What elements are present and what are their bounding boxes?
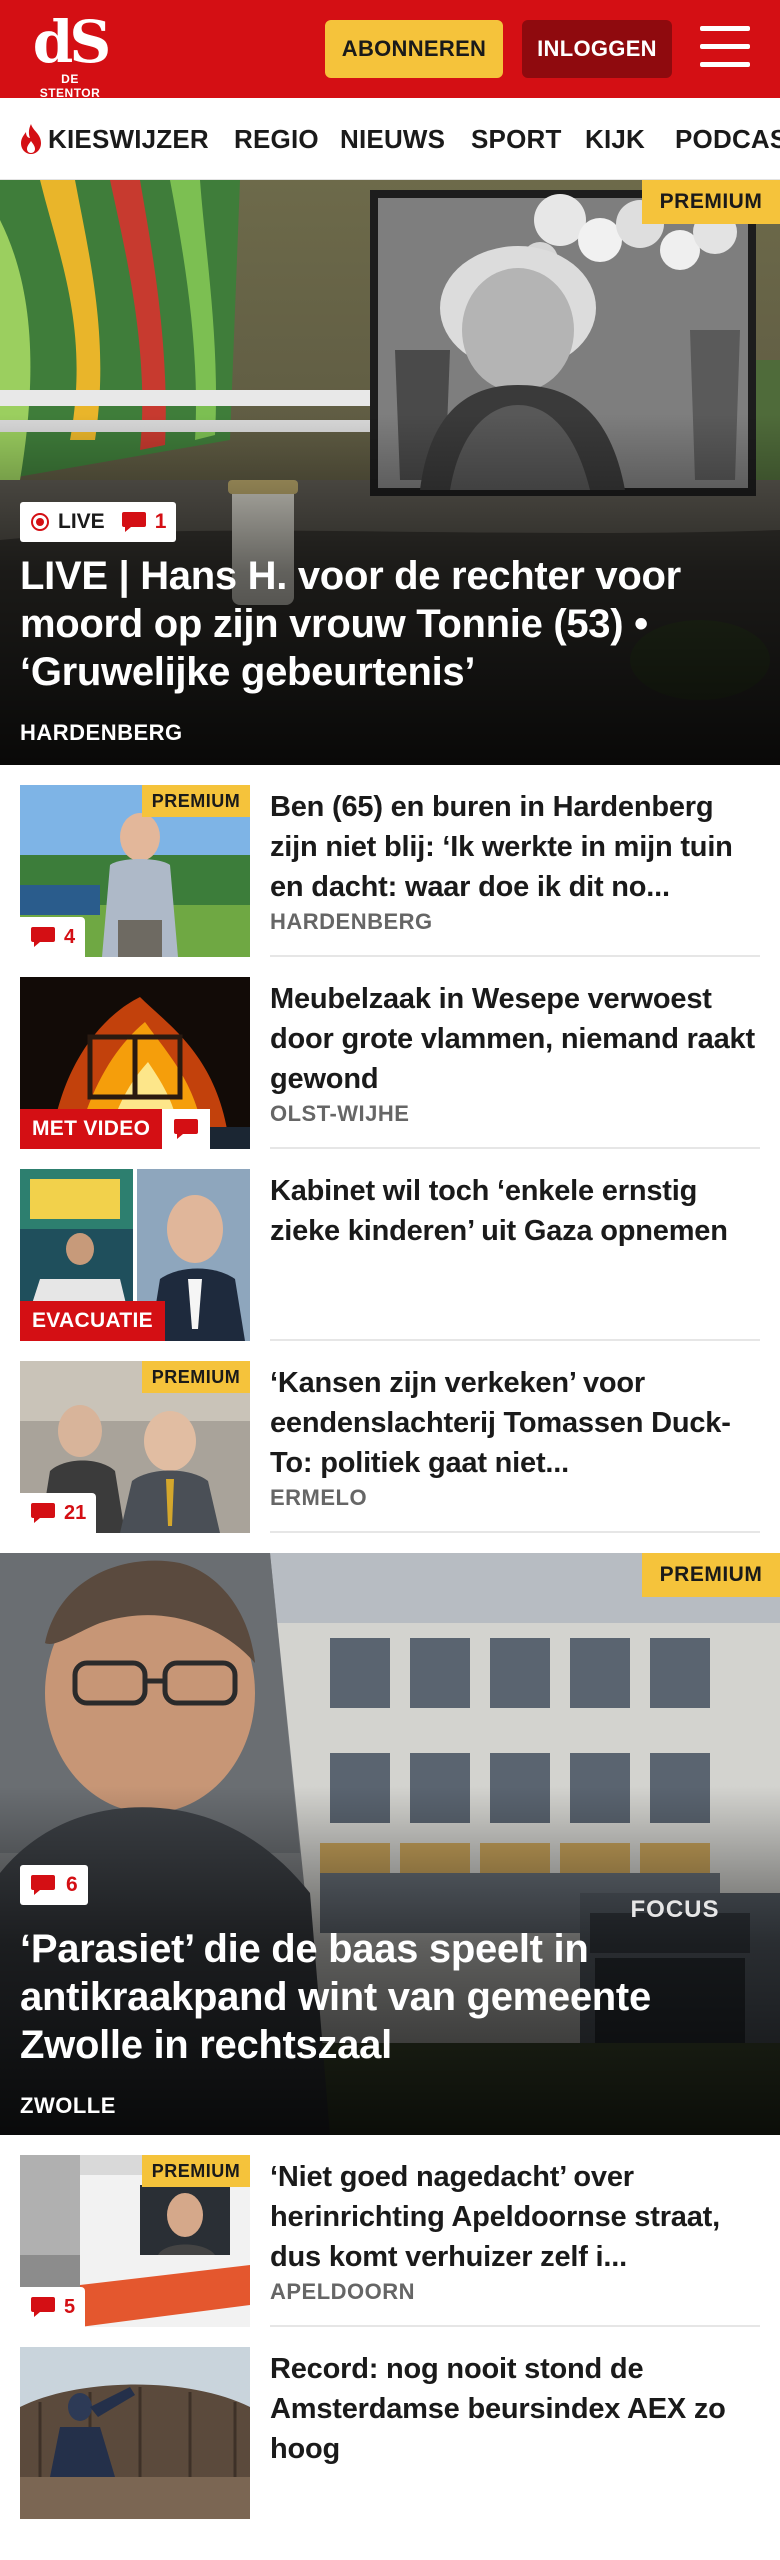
list-item[interactable]: EVACUATIE Kabinet wil toch ‘enkele ernst… (20, 1169, 760, 1341)
divider (270, 1147, 760, 1149)
evacuation-label: EVACUATIE (20, 1301, 165, 1341)
article-title[interactable]: Meubelzaak in Wesepe verwoest door grote… (270, 979, 760, 1099)
main-navigation: KIESWIJZER REGIO NIEUWS SPORT KIJK PODCA… (0, 98, 780, 180)
hamburger-icon[interactable] (700, 26, 752, 70)
comment-count: 1 (154, 510, 167, 533)
comment-count: 6 (66, 1873, 78, 1896)
divider (270, 955, 760, 957)
article-title[interactable]: Kabinet wil toch ‘enkele ernstig zieke k… (270, 1171, 760, 1251)
comment-icon (121, 512, 146, 532)
nav-item-podcasts[interactable]: PODCAS (675, 98, 780, 179)
hero-title[interactable]: LIVE | Hans H. voor de rechter voor moor… (20, 552, 720, 696)
article-thumbnail: PREMIUM 21 (20, 1361, 250, 1533)
divider (270, 2325, 760, 2327)
logo-mark: dS (32, 8, 111, 76)
nav-item-nieuws[interactable]: NIEUWS (340, 98, 445, 179)
list-item[interactable]: Record: nog nooit stond de Amsterdamse b… (20, 2347, 760, 2519)
comments-pill: 4 (20, 917, 86, 957)
premium-badge: PREMIUM (142, 785, 250, 817)
nav-item-sport[interactable]: SPORT (471, 98, 562, 179)
article-thumbnail: PREMIUM 5 (20, 2155, 250, 2327)
list-item[interactable]: PREMIUM 5 ‘Niet goed nagedacht’ over her… (20, 2155, 760, 2327)
article-title[interactable]: ‘Niet goed nagedacht’ over herinrichting… (270, 2157, 760, 2277)
article-location: HARDENBERG (270, 909, 433, 934)
nav-item-label: KIESWIJZER (48, 123, 209, 154)
site-header: dS DE STENTOR ABONNEREN INLOGGEN (0, 0, 780, 100)
article-thumbnail (20, 2347, 250, 2519)
divider (270, 1531, 760, 1533)
comments-pill: 5 (20, 2287, 86, 2327)
premium-badge: PREMIUM (642, 1553, 780, 1597)
nav-item-kijk[interactable]: KIJK (585, 98, 645, 179)
list-item[interactable]: PREMIUM 21 ‘Kansen zijn verkeken’ voor e… (20, 1361, 760, 1533)
premium-badge: PREMIUM (142, 2155, 250, 2187)
comment-icon (31, 2297, 55, 2317)
comment-count: 4 (64, 925, 76, 948)
article-location: OLST-WIJHE (270, 1101, 410, 1126)
article-thumbnail: PREMIUM 4 (20, 785, 250, 957)
live-dot-icon (31, 513, 49, 531)
comment-icon (31, 927, 55, 947)
article-location: APELDOORN (270, 2279, 416, 2304)
nav-item-kieswijzer[interactable]: KIESWIJZER (18, 98, 209, 179)
hero-location: HARDENBERG (20, 720, 183, 745)
comment-icon (31, 1503, 55, 1523)
article-thumbnail: EVACUATIE (20, 1169, 250, 1341)
comment-count: 21 (64, 1501, 87, 1524)
comments-pill: 21 (20, 1493, 97, 1533)
video-label: MET VIDEO (20, 1109, 163, 1149)
divider (270, 1339, 760, 1341)
comments-pill (162, 1109, 210, 1149)
login-button[interactable]: INLOGGEN (522, 20, 672, 78)
article-title[interactable]: ‘Kansen zijn verkeken’ voor eendenslacht… (270, 1363, 760, 1483)
comment-icon (174, 1119, 198, 1139)
comments-pill: 6 (20, 1865, 88, 1905)
nav-item-regio[interactable]: REGIO (234, 98, 319, 179)
building-sign: FOCUS (630, 1896, 720, 1923)
comment-count: 5 (64, 2295, 76, 2318)
article-title[interactable]: Record: nog nooit stond de Amsterdamse b… (270, 2349, 760, 2469)
premium-badge: PREMIUM (142, 1361, 250, 1393)
hero-article[interactable]: PREMIUM FOCUS 6 ‘Parasiet’ die de baas s… (0, 1553, 780, 2135)
hero-article[interactable]: PREMIUM LIVE 1 LIVE | Hans H. voor de re… (0, 180, 780, 765)
premium-badge: PREMIUM (642, 180, 780, 224)
hero-location: ZWOLLE (20, 2093, 116, 2118)
logo-subtitle: DE STENTOR (39, 72, 101, 100)
article-thumbnail: MET VIDEO (20, 977, 250, 1149)
list-item[interactable]: PREMIUM 4 Ben (65) en buren in Hardenber… (20, 785, 760, 957)
flame-icon (21, 124, 41, 154)
live-comments-pill: LIVE 1 (20, 502, 177, 542)
list-item[interactable]: MET VIDEO Meubelzaak in Wesepe verwoest … (20, 977, 760, 1149)
article-location: ERMELO (270, 1485, 368, 1510)
live-label: LIVE (58, 510, 105, 533)
hero-title[interactable]: ‘Parasiet’ die de baas speelt in antikra… (20, 1925, 720, 2069)
subscribe-button[interactable]: ABONNEREN (325, 20, 503, 78)
site-logo[interactable]: dS DE STENTOR (30, 8, 111, 100)
comment-icon (31, 1875, 55, 1895)
article-title[interactable]: Ben (65) en buren in Hardenberg zijn nie… (270, 787, 760, 907)
